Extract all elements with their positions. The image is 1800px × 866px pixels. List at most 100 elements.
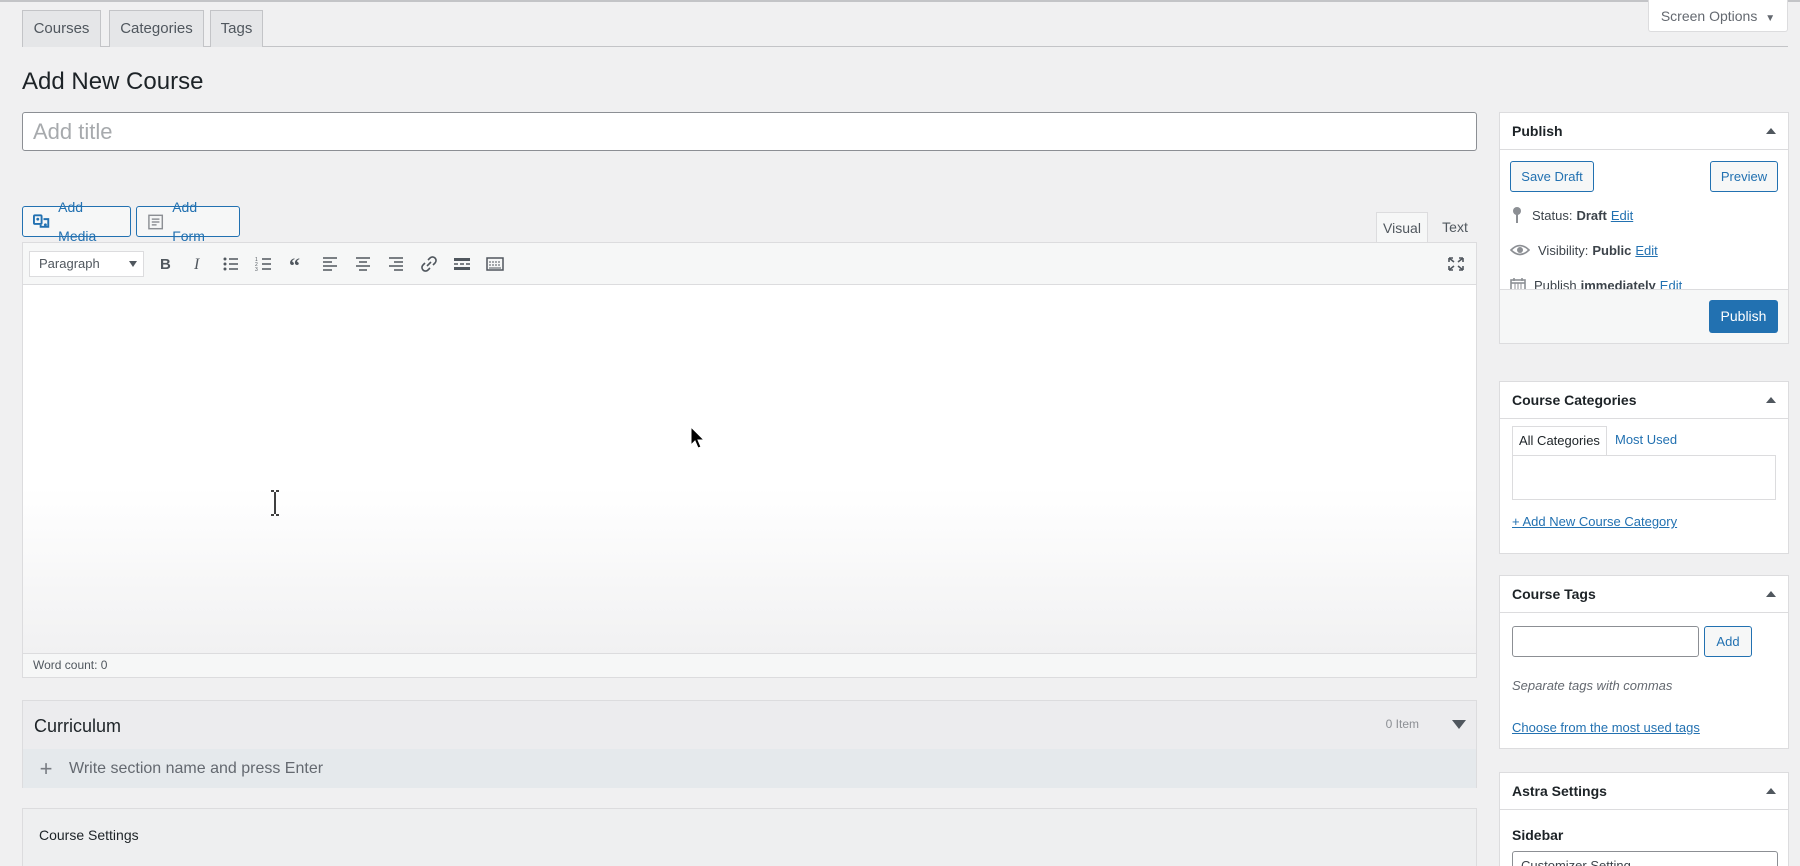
numbered-list-icon: 123: [255, 257, 271, 272]
align-center-icon: [356, 257, 370, 271]
course-categories-title: Course Categories: [1512, 392, 1637, 408]
italic-icon: I: [193, 256, 200, 272]
toolbar-toggle-button[interactable]: [481, 251, 509, 277]
status-value: Draft: [1576, 207, 1607, 223]
visibility-row: Visibility: Public Edit: [1510, 240, 1658, 260]
tab-text[interactable]: Text: [1432, 212, 1478, 243]
tab-visual[interactable]: Visual: [1376, 212, 1428, 243]
tab-tags[interactable]: Tags: [210, 10, 263, 47]
align-left-icon: [323, 257, 337, 271]
align-left-button[interactable]: [316, 251, 344, 277]
edit-visibility-link[interactable]: Edit: [1635, 243, 1657, 258]
add-section-row: +: [23, 749, 1476, 788]
chevron-down-icon[interactable]: [1452, 720, 1466, 729]
collapse-icon[interactable]: [1766, 128, 1776, 134]
blockquote-button[interactable]: “: [283, 251, 311, 277]
add-tag-button[interactable]: Add: [1704, 626, 1752, 657]
astra-settings-box: Astra Settings Sidebar Customizer Settin…: [1499, 772, 1789, 866]
content-editor: Paragraph B I 123 “ Word count: 0: [22, 242, 1477, 678]
top-divider: [0, 0, 1800, 2]
course-categories-header[interactable]: Course Categories: [1500, 382, 1788, 419]
add-new-category-link[interactable]: + Add New Course Category: [1512, 514, 1677, 529]
choose-most-used-tags-link[interactable]: Choose from the most used tags: [1512, 720, 1700, 735]
format-select-value: Paragraph: [39, 256, 100, 271]
publish-box: Publish Save Draft Preview Status: Draft…: [1499, 112, 1789, 344]
collapse-icon[interactable]: [1766, 397, 1776, 403]
collapse-icon[interactable]: [1766, 591, 1776, 597]
format-select[interactable]: Paragraph: [29, 251, 144, 277]
preview-button[interactable]: Preview: [1710, 161, 1778, 192]
read-more-button[interactable]: [448, 251, 476, 277]
categories-checklist: [1512, 455, 1776, 500]
word-count: Word count: 0: [23, 653, 1476, 677]
nav-tabs: Courses Categories Tags: [22, 10, 1788, 47]
plus-icon: +: [39, 755, 53, 781]
bullet-list-button[interactable]: [217, 251, 245, 277]
course-categories-box: Course Categories All Categories Most Us…: [1499, 381, 1789, 554]
add-media-icon: [33, 213, 50, 228]
course-settings-title: Course Settings: [39, 827, 139, 843]
tab-categories[interactable]: Categories: [109, 10, 204, 47]
eye-icon: [1510, 244, 1530, 256]
course-settings-box: Course Settings: [22, 808, 1477, 866]
curriculum-item-count: 0 Item: [1385, 717, 1419, 731]
course-tags-box: Course Tags Add Separate tags with comma…: [1499, 575, 1789, 749]
caret-down-icon: ▼: [1765, 13, 1776, 24]
svg-text:B: B: [160, 256, 171, 272]
svg-text:3: 3: [255, 267, 258, 272]
tab-most-used[interactable]: Most Used: [1609, 426, 1683, 456]
course-tags-header[interactable]: Course Tags: [1500, 576, 1788, 613]
add-media-button[interactable]: Add Media: [22, 199, 131, 244]
publish-box-title: Publish: [1512, 123, 1563, 139]
editor-toolbar: Paragraph B I 123 “: [23, 243, 1476, 285]
publish-actions: Publish: [1500, 289, 1788, 343]
publish-button[interactable]: Publish: [1709, 300, 1778, 333]
collapse-icon[interactable]: [1766, 788, 1776, 794]
tab-courses[interactable]: Courses: [22, 10, 101, 47]
fullscreen-icon: [1448, 257, 1464, 271]
blockquote-icon: “: [289, 256, 300, 272]
sidebar-label: Sidebar: [1512, 827, 1564, 843]
numbered-list-button[interactable]: 123: [250, 251, 278, 277]
bold-button[interactable]: B: [151, 251, 179, 277]
align-right-button[interactable]: [382, 251, 410, 277]
svg-text:I: I: [193, 256, 200, 272]
curriculum-box: Curriculum 0 Item +: [22, 700, 1477, 788]
section-name-input[interactable]: [69, 759, 869, 778]
save-draft-button[interactable]: Save Draft: [1510, 161, 1594, 192]
pin-icon: [1513, 207, 1521, 223]
fullscreen-button[interactable]: [1442, 251, 1470, 277]
visibility-label: Visibility:: [1538, 242, 1589, 258]
editor-content-area[interactable]: [23, 285, 1476, 653]
insert-link-button[interactable]: [415, 251, 443, 277]
visibility-value: Public: [1592, 242, 1632, 258]
sidebar-select[interactable]: Customizer Setting: [1512, 851, 1778, 866]
text-cursor-icon: [271, 490, 279, 516]
read-more-icon: [454, 258, 470, 270]
link-icon: [421, 256, 437, 272]
form-icon: [148, 214, 164, 229]
title-input[interactable]: [22, 112, 1477, 151]
tag-input[interactable]: [1512, 626, 1699, 657]
curriculum-title: Curriculum: [34, 716, 122, 736]
status-label: Status:: [1532, 207, 1573, 223]
astra-settings-title: Astra Settings: [1512, 783, 1607, 799]
course-tags-title: Course Tags: [1512, 586, 1596, 602]
curriculum-header[interactable]: Curriculum 0 Item: [23, 701, 1476, 749]
edit-status-link[interactable]: Edit: [1611, 208, 1633, 223]
bold-icon: B: [160, 256, 171, 272]
screen-options-label: Screen Options: [1660, 8, 1758, 24]
align-center-button[interactable]: [349, 251, 377, 277]
screen-options-button[interactable]: Screen Options ▼: [1648, 0, 1788, 32]
tags-hint: Separate tags with commas: [1512, 678, 1673, 693]
page-title: Add New Course: [22, 68, 204, 95]
publish-box-header[interactable]: Publish: [1500, 113, 1788, 150]
italic-button[interactable]: I: [184, 251, 212, 277]
astra-settings-header[interactable]: Astra Settings: [1500, 773, 1788, 810]
tab-all-categories[interactable]: All Categories: [1512, 426, 1607, 456]
add-form-button[interactable]: Add Form: [136, 199, 240, 244]
bullet-list-icon: [223, 257, 238, 271]
align-right-icon: [389, 257, 403, 271]
status-row: Status: Draft Edit: [1510, 205, 1633, 225]
toolbar-toggle-icon: [486, 257, 504, 271]
